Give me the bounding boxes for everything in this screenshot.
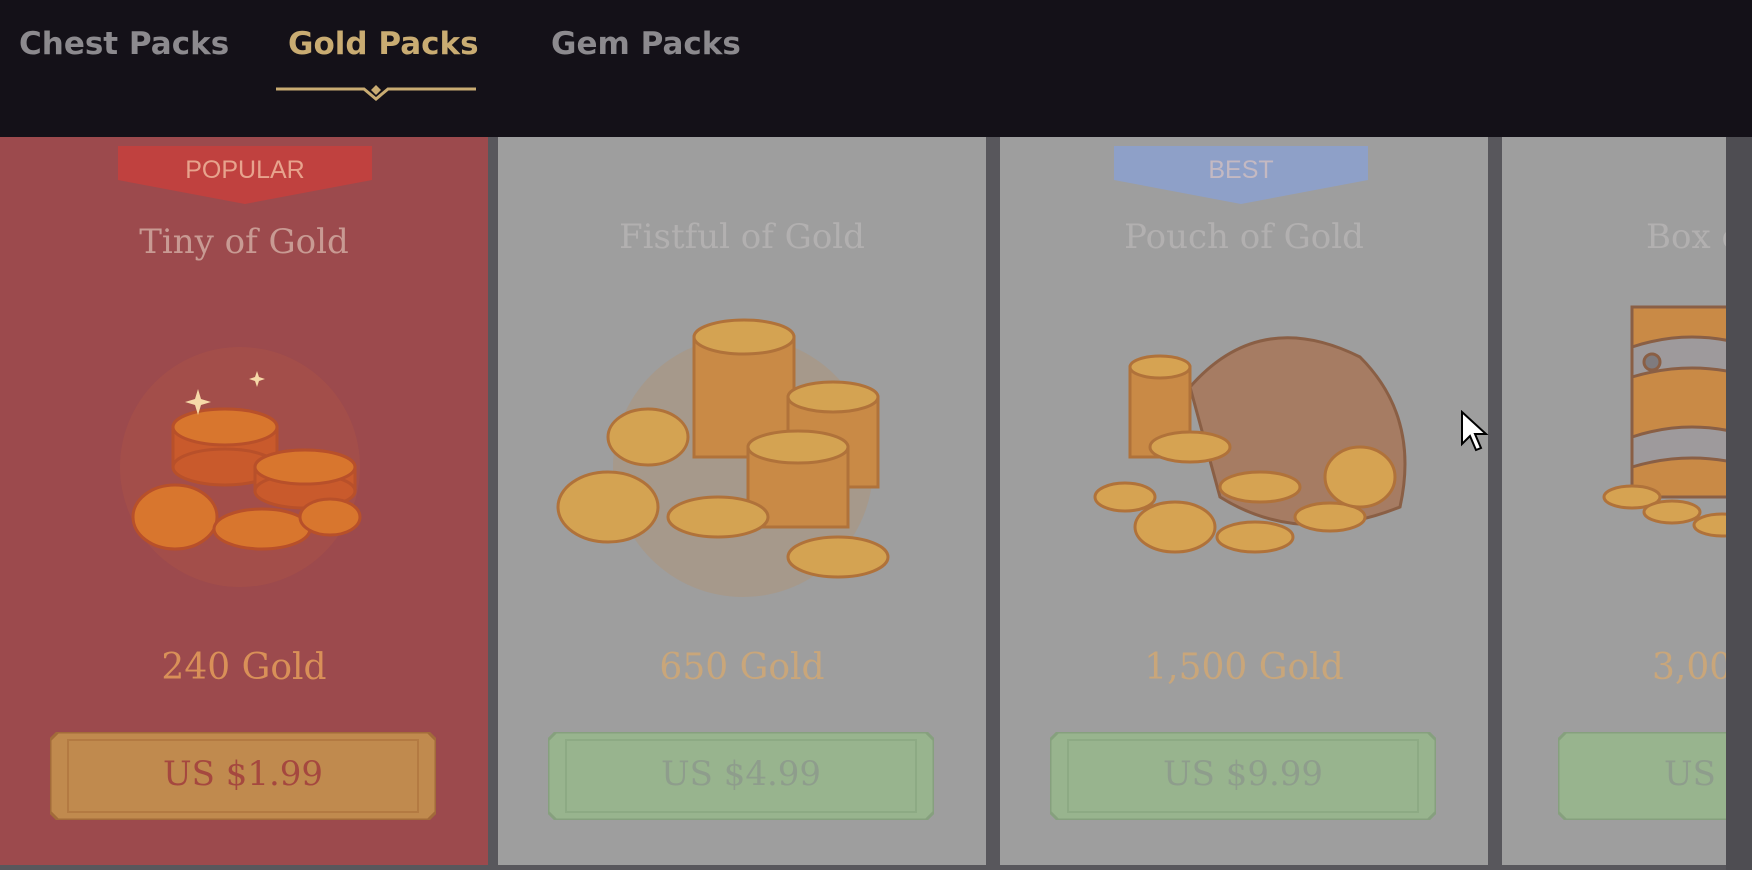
best-badge-text: BEST <box>1208 156 1274 184</box>
pack-title: Box of <box>1646 217 1726 257</box>
pack-card-pouch-of-gold[interactable]: BEST Pouch of Gold 1,500 Gold US $9.99 <box>1000 137 1488 865</box>
pack-title: Tiny of Gold <box>139 222 349 262</box>
active-tab-underline <box>276 85 476 101</box>
gold-chest-icon <box>1602 305 1726 538</box>
pack-title: Pouch of Gold <box>1124 217 1364 257</box>
price-label: US $2 <box>1664 754 1726 794</box>
buy-button[interactable]: US $9.99 <box>1050 732 1436 820</box>
top-tab-bar: Chest Packs Gold Packs Gem Packs <box>0 0 1752 137</box>
pack-list: POPULAR Tiny of Gold 240 Gold US $1.99 F… <box>0 137 1752 870</box>
pack-amount: 240 Gold <box>161 647 327 688</box>
gold-pouch-icon <box>1093 336 1407 554</box>
popular-badge-text: POPULAR <box>185 156 305 184</box>
buy-button[interactable]: US $2 <box>1558 732 1726 820</box>
mouse-cursor-icon <box>1461 410 1489 452</box>
buy-button[interactable]: US $4.99 <box>548 732 934 820</box>
pack-amount: 650 Gold <box>659 647 825 688</box>
price-label: US $9.99 <box>1162 754 1324 794</box>
buy-button[interactable]: US $1.99 <box>50 732 436 820</box>
pack-card-tiny-of-gold[interactable]: POPULAR Tiny of Gold 240 Gold US $1.99 <box>0 137 488 865</box>
tab-chest-packs[interactable]: Chest Packs <box>19 26 229 76</box>
price-label: US $1.99 <box>162 754 324 794</box>
gold-coin-pile-icon <box>120 347 362 587</box>
price-label: US $4.99 <box>660 754 822 794</box>
pack-card-box-of-gold[interactable]: Box of 3,000 US $2 <box>1502 137 1726 865</box>
popular-ribbon: POPULAR <box>118 146 372 204</box>
gold-coin-stack-icon <box>556 318 890 597</box>
tab-gem-packs[interactable]: Gem Packs <box>551 26 741 76</box>
pack-card-fistful-of-gold[interactable]: Fistful of Gold 650 Gold US $4.99 <box>498 137 986 865</box>
best-ribbon: BEST <box>1114 146 1368 204</box>
pack-amount: 3,000 <box>1652 647 1726 688</box>
scroll-edge[interactable] <box>1726 137 1752 870</box>
pack-amount: 1,500 Gold <box>1144 647 1344 688</box>
tab-gold-packs[interactable]: Gold Packs <box>288 26 479 76</box>
pack-title: Fistful of Gold <box>619 217 865 257</box>
